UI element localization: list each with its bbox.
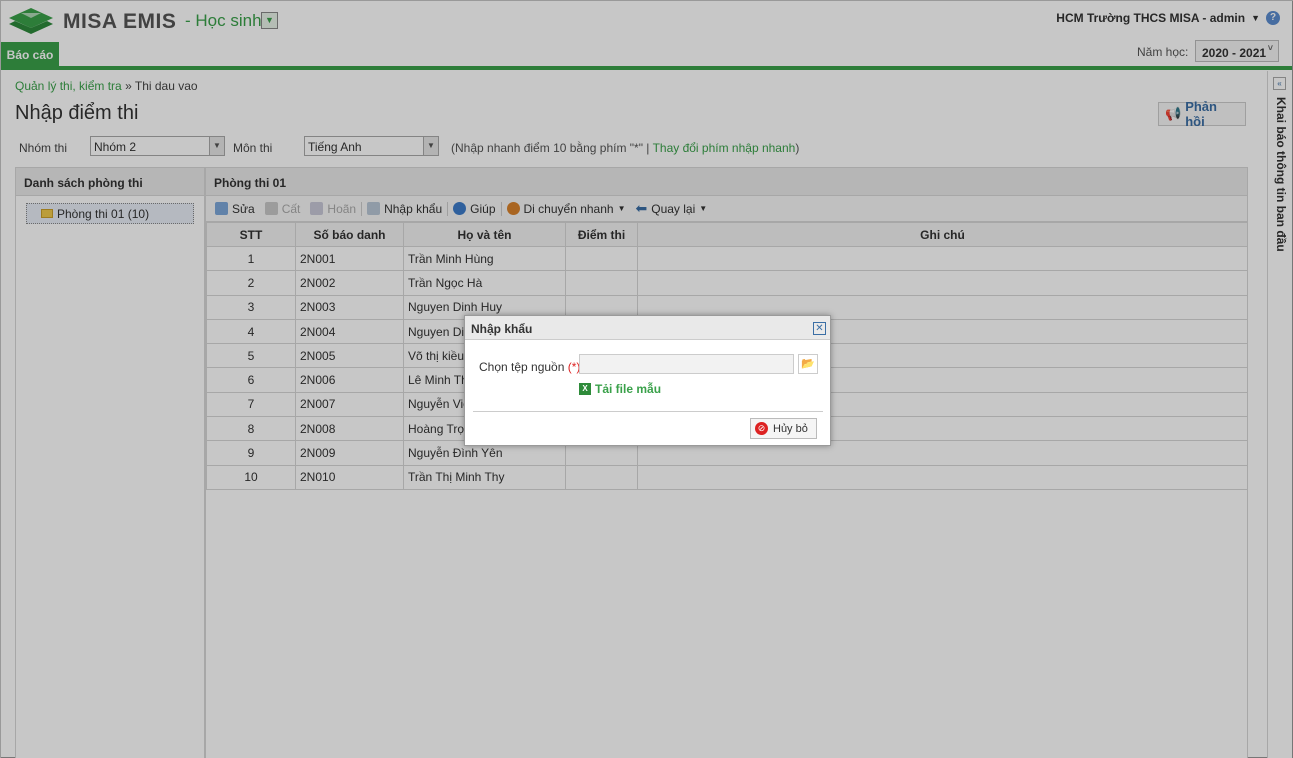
source-file-label: Chọn tệp nguồn (*): [479, 360, 580, 374]
source-file-input[interactable]: [579, 354, 794, 374]
browse-folder-icon[interactable]: 📂: [798, 354, 818, 374]
dialog-title: Nhập khẩu: [465, 316, 830, 340]
close-icon[interactable]: ✕: [813, 322, 826, 335]
template-link-label[interactable]: Tải file mẫu: [595, 382, 661, 396]
download-template-link[interactable]: X Tải file mẫu: [579, 382, 661, 396]
cancel-label: Hủy bỏ: [773, 422, 808, 435]
cancel-button[interactable]: ⊘ Hủy bỏ: [750, 418, 817, 439]
source-file-text: Chọn tệp nguồn: [479, 360, 565, 374]
excel-icon: X: [579, 383, 591, 395]
dialog-divider: [473, 411, 823, 412]
cancel-icon: ⊘: [755, 422, 768, 435]
import-dialog: Nhập khẩu ✕ Chọn tệp nguồn (*) 📂 X Tải f…: [464, 315, 831, 446]
